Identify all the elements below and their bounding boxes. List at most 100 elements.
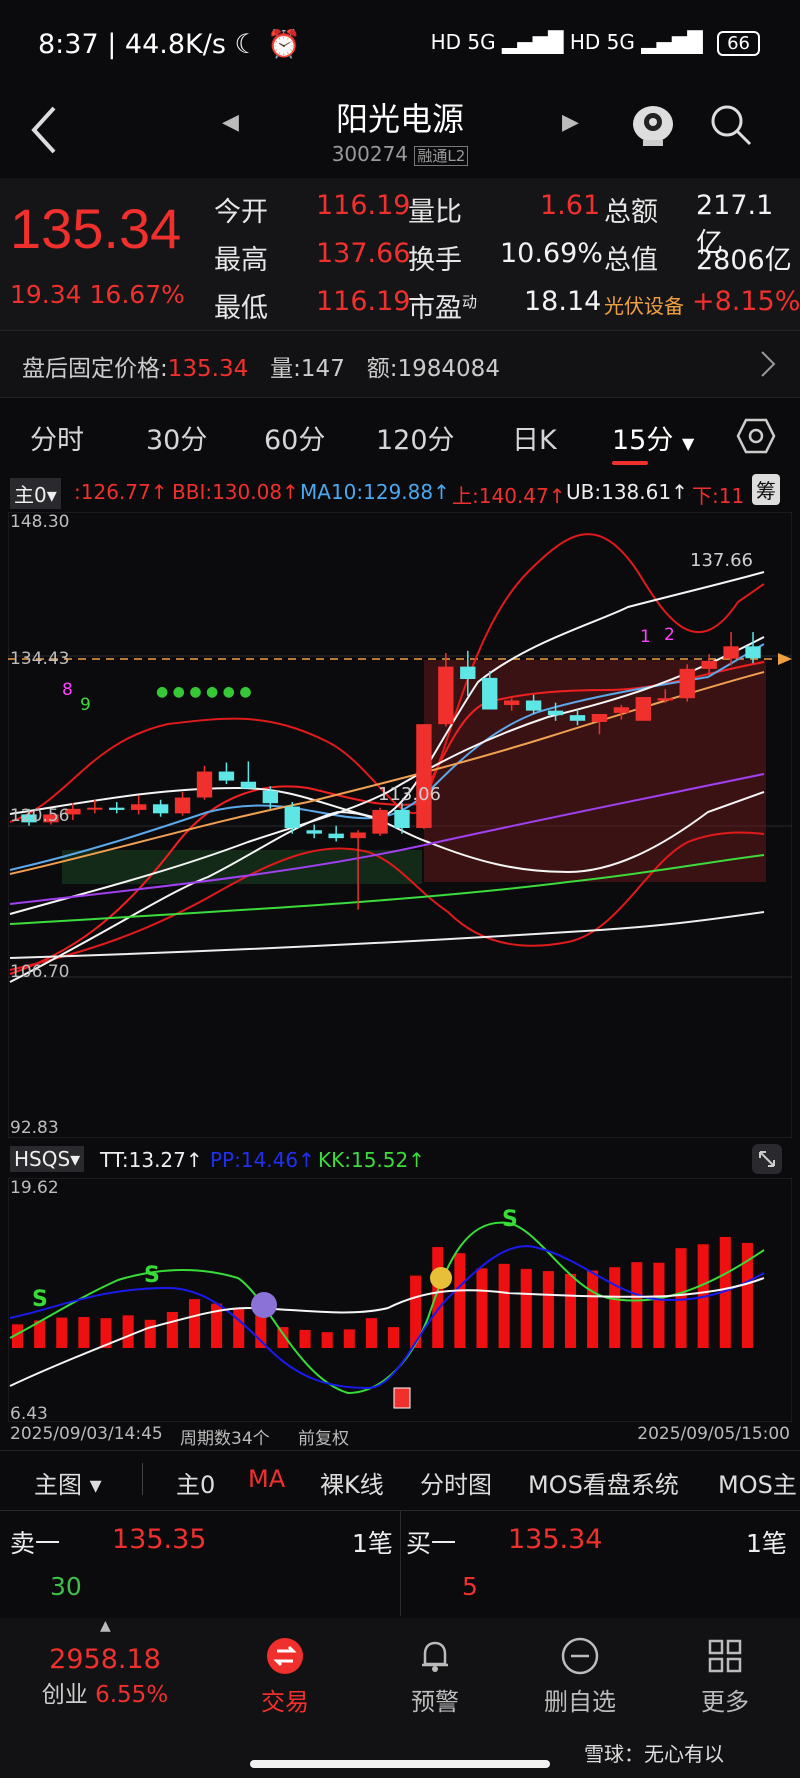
candle-body — [240, 781, 257, 789]
hsqs-chart[interactable]: S S S — [8, 1178, 792, 1422]
s-signal-1: S — [32, 1287, 48, 1312]
next-stock-icon[interactable]: ▶ — [562, 110, 579, 135]
low-label: 最低 — [214, 293, 268, 324]
y-axis-1: 148.30 — [10, 512, 70, 532]
main-ind-down: 下:11 — [692, 484, 745, 508]
hsqs-bars — [12, 1236, 753, 1348]
line-grey-long — [9, 911, 765, 959]
nav-index[interactable]: 2958.18 创业 6.55% — [30, 1644, 180, 1709]
candle-body — [372, 809, 388, 834]
hsqs-bar — [476, 1268, 488, 1348]
range-box-red — [424, 660, 766, 882]
marker-box-icon — [393, 1387, 411, 1409]
candlestick-chart[interactable]: ● ● ● ● ● ● 8 9 1 2 137.66 113.06 — [8, 512, 792, 1138]
hsqs-bar — [122, 1315, 134, 1348]
period-tabs: 分时 30分 60分 120分 日K 15分 ▼ — [0, 398, 800, 470]
buy1-label: 买一 — [406, 1529, 457, 1558]
divider — [142, 1463, 143, 1495]
candle-body — [613, 707, 630, 713]
candle-body — [328, 833, 344, 839]
turnover-label: 换手 — [408, 245, 462, 276]
hsqs-bar — [343, 1329, 355, 1348]
y-axis-3: 120.56 — [10, 806, 70, 826]
search-icon[interactable] — [708, 102, 754, 148]
sub-indicator-bar: HSQS▾ TT:13.27↑ PP:14.46↑ KK:15.52↑ — [0, 1142, 800, 1178]
nav-more[interactable]: 更多 — [670, 1636, 780, 1717]
tab-intraday[interactable]: 分时 — [30, 418, 84, 457]
tab-120min[interactable]: 120分 — [376, 418, 455, 457]
indicator-intraday[interactable]: 分时图 — [420, 1465, 492, 1500]
hsqs-bar — [564, 1273, 576, 1348]
chip-button[interactable]: 筹 — [752, 474, 780, 505]
indicator-naked-k[interactable]: 裸K线 — [320, 1465, 384, 1500]
face-icon — [251, 1292, 277, 1318]
indicator-mos[interactable]: MOS看盘系统 — [528, 1465, 679, 1500]
nav-alert[interactable]: 预警 — [380, 1636, 490, 1717]
hsqs-bar — [188, 1299, 200, 1348]
sell1-price[interactable]: 135.35 — [112, 1524, 206, 1555]
chevron-right-icon — [761, 351, 776, 377]
after-hours-row[interactable]: 盘后固定价格:135.34 量:147 额:1984084 — [0, 330, 800, 398]
candle-body — [306, 830, 322, 834]
marker-2: 2 — [664, 625, 675, 645]
mkt-cap-value: 2806亿 — [696, 245, 792, 276]
main-indicator-selector[interactable]: 主0▾ — [10, 478, 61, 509]
candle-body — [569, 715, 586, 721]
nav-trade[interactable]: 交易 — [230, 1636, 340, 1717]
candle-body — [679, 668, 695, 699]
battery-icon: 66 — [717, 31, 760, 56]
dot-marker: ● ● ● ● ● ● — [156, 684, 252, 700]
sell1-count: 1笔 — [352, 1529, 393, 1558]
marker-9: 9 — [80, 695, 91, 715]
hsqs-bar — [233, 1307, 245, 1348]
expand-icon[interactable] — [752, 1144, 782, 1174]
tab-60min[interactable]: 60分 — [264, 418, 325, 457]
pe-value: 18.14 — [524, 286, 602, 317]
main-chart-dropdown[interactable]: 主图 ▾ — [34, 1465, 102, 1500]
vol-ratio-value: 1.61 — [540, 190, 601, 221]
nav-remove-watchlist[interactable]: 删自选 — [520, 1636, 640, 1717]
amount-label: 总额 — [604, 197, 658, 228]
hsqs-bar — [144, 1319, 156, 1348]
tab-30min[interactable]: 30分 — [146, 418, 207, 457]
y-axis-5: 92.83 — [10, 1118, 59, 1138]
open-label: 今开 — [214, 197, 268, 228]
stock-code: 300274 融通L2 — [0, 142, 800, 166]
sub-pp: PP:14.46↑ — [210, 1148, 315, 1172]
candle-body — [109, 807, 125, 810]
pe-label: 市盈动 — [408, 293, 478, 324]
candle-body — [745, 646, 761, 659]
candle-body — [547, 710, 564, 716]
main-ind-ma10: MA10:129.88↑ — [300, 480, 450, 504]
hsqs-bar — [454, 1253, 466, 1348]
marker-8: 8 — [62, 680, 73, 700]
candle-body — [460, 666, 476, 680]
marker-1: 1 — [640, 627, 651, 647]
vol-ratio-label: 量比 — [408, 197, 462, 228]
remove-circle-icon — [561, 1637, 599, 1675]
status-bar: 8:37 | 44.8K/s ☾ ⏰ HD 5G ▂▄▆█ HD 5G ▂▄▆█… — [0, 0, 800, 90]
trade-icon — [267, 1638, 303, 1674]
candle-body — [723, 646, 739, 659]
indicator-main0[interactable]: 主0 — [176, 1465, 215, 1500]
mascot-icon[interactable] — [628, 96, 678, 152]
chevron-up-icon: ▲ — [100, 1618, 111, 1634]
candle-body — [284, 806, 300, 828]
sector-name[interactable]: 光伏设备 — [604, 290, 684, 319]
candle-body — [394, 809, 410, 828]
hsqs-bar — [587, 1270, 599, 1348]
indicator-mos-main[interactable]: MOS主 — [718, 1465, 800, 1500]
date-start: 2025/09/03/14:45 — [10, 1424, 163, 1444]
sub-indicator-selector[interactable]: HSQS▾ — [10, 1146, 85, 1172]
sell1-volume: 30 — [50, 1572, 82, 1601]
adjust-mode[interactable]: 前复权 — [298, 1424, 349, 1449]
buy1-price[interactable]: 135.34 — [508, 1524, 602, 1555]
tab-daily[interactable]: 日K — [512, 418, 557, 457]
indicator-ma[interactable]: MA — [248, 1465, 285, 1493]
hsqs-bar — [299, 1329, 311, 1348]
status-icons: HD 5G ▂▄▆█ HD 5G ▂▄▆█ 66 — [431, 30, 760, 56]
hsqs-bar — [166, 1312, 178, 1348]
tab-15min[interactable]: 15分 ▼ — [612, 418, 694, 465]
main-indicator-bar: 主0▾ :126.77↑ BBI:130.08↑ MA10:129.88↑ 上:… — [0, 470, 800, 510]
settings-icon[interactable] — [736, 416, 776, 456]
